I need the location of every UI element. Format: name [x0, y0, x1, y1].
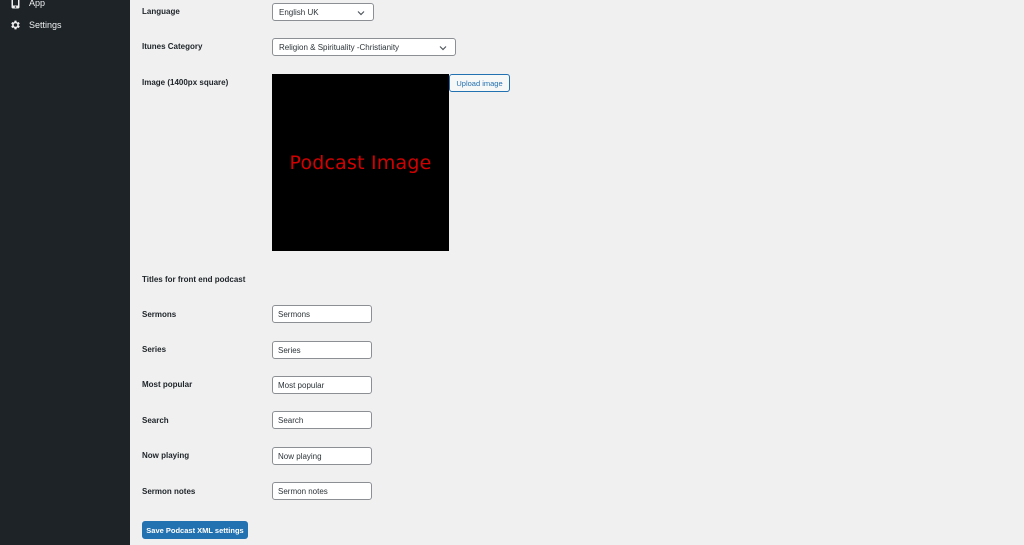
sermons-label: Sermons	[142, 310, 177, 319]
itunes-category-label: Itunes Category	[142, 42, 203, 51]
chevron-down-icon	[356, 8, 366, 18]
now-playing-label: Now playing	[142, 451, 190, 460]
sermon-notes-label: Sermon notes	[142, 487, 196, 496]
search-input[interactable]: Search	[272, 411, 372, 429]
sermon-notes-input[interactable]: Sermon notes	[272, 482, 372, 500]
sidebar-item-label: Settings	[29, 20, 62, 30]
admin-sidebar: App Settings	[0, 0, 130, 545]
sidebar-item-settings[interactable]: Settings	[0, 14, 130, 36]
upload-image-button[interactable]: Upload image	[449, 74, 510, 92]
sidebar-item-label: App	[29, 0, 46, 8]
language-select-value: English UK	[279, 7, 319, 17]
series-label: Series	[142, 345, 167, 354]
itunes-category-select[interactable]: Religion & Spirituality -Christianity	[272, 38, 456, 56]
series-input[interactable]: Series	[272, 341, 372, 359]
save-settings-button[interactable]: Save Podcast XML settings	[142, 521, 248, 539]
podcast-image-preview: Podcast Image	[272, 74, 449, 251]
gear-icon	[9, 19, 21, 31]
most-popular-label: Most popular	[142, 380, 193, 389]
settings-form: Language English UK Itunes Category Reli…	[130, 0, 1024, 545]
most-popular-input[interactable]: Most popular	[272, 376, 372, 394]
language-select[interactable]: English UK	[272, 3, 374, 21]
search-label: Search	[142, 416, 169, 425]
sidebar-item-app[interactable]: App	[0, 0, 130, 14]
language-label: Language	[142, 7, 180, 16]
chevron-down-icon	[438, 43, 448, 53]
podcast-image-text: Podcast Image	[289, 151, 432, 174]
image-label: Image (1400px square)	[142, 78, 229, 87]
itunes-category-select-value: Religion & Spirituality -Christianity	[279, 42, 400, 52]
titles-heading: Titles for front end podcast	[142, 275, 246, 284]
now-playing-input[interactable]: Now playing	[272, 447, 372, 465]
sermons-input[interactable]: Sermons	[272, 305, 372, 323]
phone-icon	[9, 0, 21, 9]
